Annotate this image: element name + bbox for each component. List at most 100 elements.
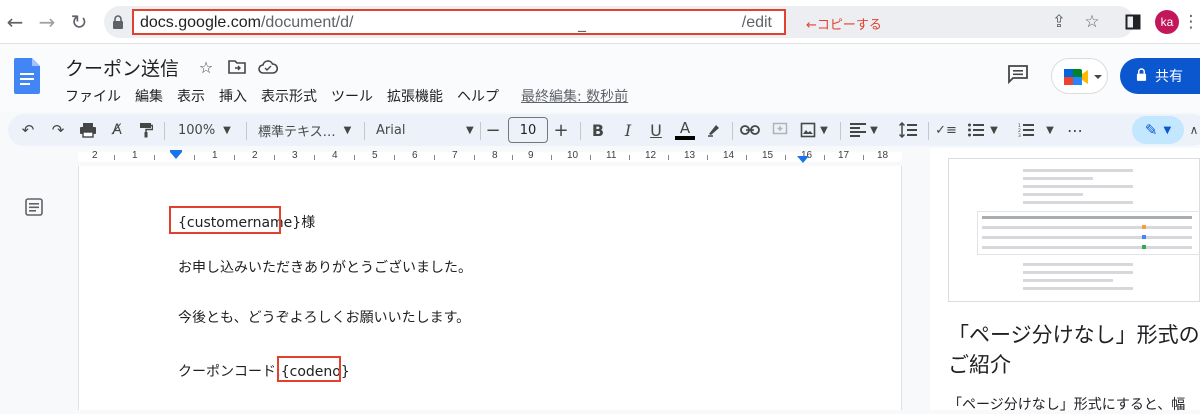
- bookmark-star-icon[interactable]: ☆: [1081, 11, 1103, 33]
- document-outline-icon[interactable]: [24, 197, 46, 219]
- ruler-label: 18: [877, 150, 889, 161]
- undo-icon[interactable]: ↶: [16, 118, 40, 142]
- bold-button[interactable]: B: [586, 118, 610, 142]
- editing-mode-button[interactable]: ✎ ▼: [1132, 116, 1184, 144]
- ruler-label: 15: [762, 150, 774, 161]
- numbered-list-button[interactable]: 123 ▼: [1012, 118, 1060, 142]
- zoom-value: 100%: [178, 122, 216, 138]
- paragraph-style-value: 標準テキス…: [258, 124, 336, 140]
- zoom-dropdown[interactable]: 100% ▼: [178, 118, 242, 142]
- docs-logo-icon[interactable]: [14, 58, 40, 94]
- ruler-label: 4: [332, 150, 338, 161]
- preview-table-row: [982, 226, 1192, 229]
- preview-text-line: [1023, 185, 1133, 188]
- codeno-highlight-box: [277, 356, 341, 382]
- ruler[interactable]: 2 1 1 2 3 4 5 6 7 8 9 10 11 12 13 14 15 …: [0, 148, 930, 166]
- link-icon[interactable]: [738, 118, 762, 142]
- add-comment-icon[interactable]: [768, 118, 792, 142]
- paint-format-icon[interactable]: [134, 118, 158, 142]
- menu-insert[interactable]: 挿入: [219, 86, 247, 106]
- preview-status-dot: [1142, 225, 1146, 229]
- honorific-text: 様: [301, 215, 316, 231]
- redo-icon[interactable]: ↷: [46, 118, 70, 142]
- decrease-font-size-button[interactable]: −: [482, 118, 504, 142]
- toolbar-divider: [480, 122, 481, 140]
- ruler-label: 5: [372, 150, 378, 161]
- side-panel-icon[interactable]: [1122, 11, 1144, 33]
- meet-icon: [1064, 69, 1102, 85]
- back-icon[interactable]: ←: [2, 9, 28, 35]
- line-spacing-icon[interactable]: [896, 118, 920, 142]
- preview-text-line: [1023, 201, 1133, 204]
- font-dropdown[interactable]: Arial ▼: [376, 118, 476, 142]
- ruler-label: 1: [132, 150, 138, 161]
- ruler-tick: [194, 155, 195, 160]
- text-color-button[interactable]: A: [672, 118, 698, 142]
- menu-format[interactable]: 表示形式: [261, 86, 317, 106]
- ruler-tick: [668, 155, 669, 160]
- font-size-input[interactable]: 10: [508, 117, 548, 143]
- italic-button[interactable]: I: [616, 118, 640, 142]
- side-panel-text: 「ページ分けなし」形式にすると、幅: [948, 397, 1186, 413]
- preview-table-header: [982, 216, 1192, 219]
- meet-button[interactable]: [1051, 58, 1108, 94]
- profile-avatar[interactable]: ka: [1155, 10, 1179, 34]
- lock-icon: [1136, 67, 1147, 85]
- pencil-icon: ✎: [1144, 121, 1158, 139]
- more-icon[interactable]: ⋮: [1183, 11, 1200, 33]
- comment-history-icon[interactable]: [1004, 64, 1032, 88]
- bulleted-list-button[interactable]: ▼: [964, 118, 1002, 142]
- lock-icon[interactable]: [112, 14, 124, 29]
- ruler-active-area: [176, 152, 804, 162]
- svg-text:3: 3: [1018, 133, 1021, 137]
- ruler-tick: [474, 155, 475, 160]
- ruler-tick: [274, 155, 275, 160]
- menu-tools[interactable]: ツール: [331, 86, 373, 106]
- menu-view[interactable]: 表示: [177, 86, 205, 106]
- underline-button[interactable]: U: [644, 118, 668, 142]
- align-button[interactable]: ▼: [846, 118, 882, 142]
- share-button[interactable]: 共有: [1120, 58, 1200, 94]
- last-edit-link[interactable]: 最終編集: 数秒前: [521, 86, 628, 106]
- left-indent-marker[interactable]: [170, 152, 182, 159]
- right-indent-marker[interactable]: [797, 156, 809, 163]
- more-options-icon[interactable]: ⋯: [1064, 118, 1086, 142]
- toolbar-divider: [928, 122, 929, 140]
- ruler-tick: [394, 155, 395, 160]
- move-folder-icon[interactable]: [226, 56, 248, 78]
- menu-help[interactable]: ヘルプ: [457, 86, 499, 106]
- chevron-down-icon: ▼: [820, 124, 828, 136]
- preview-text-line: [1023, 287, 1133, 290]
- ruler-label: 17: [838, 150, 850, 161]
- document-title[interactable]: クーポン送信: [65, 54, 179, 81]
- forward-icon[interactable]: →: [34, 9, 60, 35]
- increase-font-size-button[interactable]: +: [550, 118, 572, 142]
- cloud-saved-icon[interactable]: [257, 56, 279, 78]
- ruler-label: 13: [684, 150, 696, 161]
- checklist-icon[interactable]: ✓≡: [934, 118, 958, 142]
- reload-icon[interactable]: ↻: [66, 9, 92, 35]
- ruler-tick: [354, 155, 355, 160]
- collapse-menus-icon[interactable]: ∧: [1188, 118, 1200, 142]
- menu-bar: ファイル 編集 表示 挿入 表示形式 ツール 拡張機能 ヘルプ 最終編集: 数秒…: [65, 86, 628, 106]
- ruler-label: 14: [723, 150, 735, 161]
- menu-file[interactable]: ファイル: [65, 86, 121, 106]
- chevron-down-icon: ▼: [1046, 124, 1054, 136]
- image-icon: [800, 122, 816, 138]
- spellcheck-icon[interactable]: A̸: [104, 118, 130, 142]
- highlight-icon[interactable]: [702, 118, 726, 142]
- share-page-icon[interactable]: ⇪: [1048, 11, 1070, 33]
- ruler-label: 6: [412, 150, 418, 161]
- paragraph-style-dropdown[interactable]: 標準テキス… ▼: [258, 118, 358, 142]
- ruler-tick: [234, 155, 235, 160]
- preview-text-line: [1023, 279, 1113, 282]
- url-highlight-box[interactable]: docs.google.com/document/d/ _ /edit: [132, 9, 786, 35]
- menu-extensions[interactable]: 拡張機能: [387, 86, 443, 106]
- star-icon[interactable]: ☆: [195, 56, 217, 78]
- insert-image-button[interactable]: ▼: [796, 118, 832, 142]
- menu-edit[interactable]: 編集: [135, 86, 163, 106]
- print-icon[interactable]: [76, 118, 100, 142]
- side-panel-title: 「ページ分けなし」形式のご紹介: [948, 323, 1200, 377]
- ruler-label: 3: [292, 150, 298, 161]
- toolbar-divider: [580, 122, 581, 140]
